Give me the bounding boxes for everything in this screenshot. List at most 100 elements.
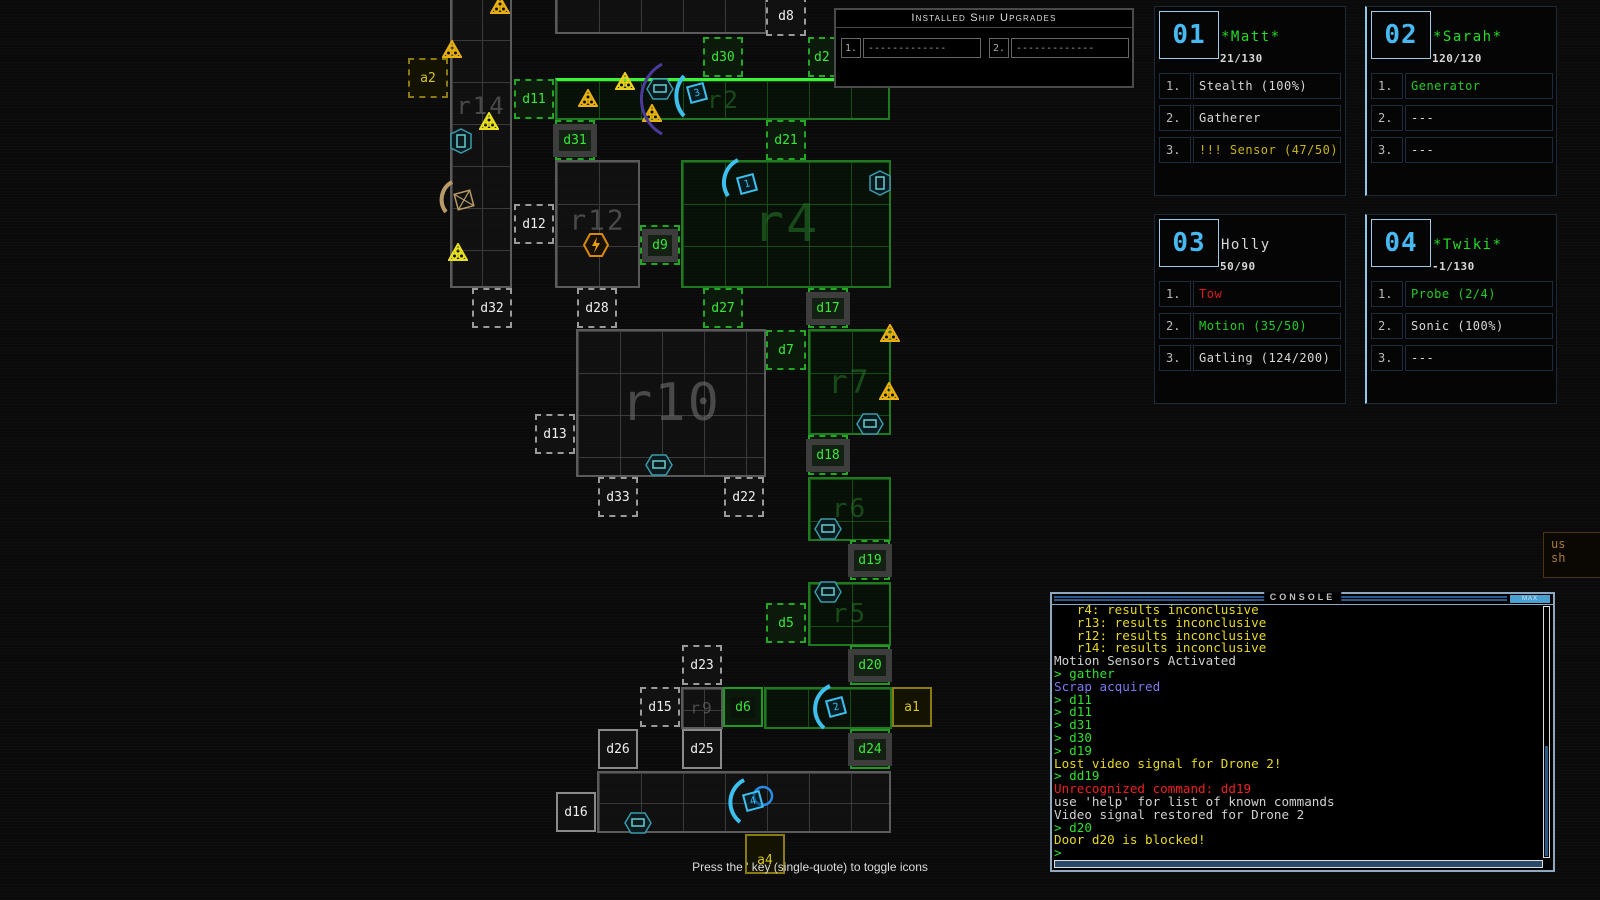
upgrade-number: 2. [1159, 105, 1191, 131]
drone-upgrade-row[interactable]: 1. Probe (2/4) [1371, 281, 1553, 307]
door-d5[interactable]: d5 [766, 603, 806, 643]
upgrade-number: 3. [1371, 345, 1403, 371]
maximize-button[interactable]: MAX [1510, 595, 1550, 603]
door-d13[interactable]: d13 [535, 414, 575, 454]
upgrade-label: Gatherer [1193, 105, 1341, 131]
door-d27[interactable]: d27 [703, 288, 743, 328]
upgrade-number: 2. [1159, 313, 1191, 339]
drone-upgrade-row[interactable]: 1. Stealth (100%) [1159, 73, 1341, 99]
crate-icon [438, 176, 478, 218]
side-tooltip: us sh [1543, 532, 1600, 578]
door-d20[interactable]: d20 [848, 645, 892, 685]
drone-upgrade-row[interactable]: 2. Gatherer [1159, 105, 1341, 131]
drone-card-02[interactable]: 02 *Sarah* 120/120 1. Generator 2. --- 3. --- [1365, 6, 1557, 196]
drone-name: *Twiki* [1433, 237, 1503, 253]
door-d17[interactable]: d17 [806, 288, 850, 328]
drone-upgrade-row[interactable]: 2. Sonic (100%) [1371, 313, 1553, 339]
console-line: Motion Sensors Activated [1054, 653, 1236, 669]
upgrade-slot-number: 2. [989, 38, 1009, 58]
upgrade-slot-value: ------------- [863, 38, 981, 58]
door-d15[interactable]: d15 [640, 687, 680, 727]
console-scrollbar[interactable] [1543, 606, 1550, 858]
drone-upgrade-row[interactable]: 3. Gatling (124/200) [1159, 345, 1341, 371]
terminal-icon [645, 454, 673, 476]
side-tooltip-line: us [1551, 537, 1566, 551]
room-label-r7: r7 [828, 363, 871, 401]
drone-upgrade-row[interactable]: 3.!!! Sensor (47/50) [1159, 137, 1341, 163]
hazard-icon [879, 322, 901, 342]
upgrade-number: 1. [1371, 73, 1403, 99]
door-d21[interactable]: d21 [766, 120, 806, 160]
installed-upgrades-panel: Installed Ship Upgrades 1. -------------… [834, 8, 1134, 88]
door-d24[interactable]: d24 [848, 729, 892, 769]
door-d6[interactable]: d6 [723, 687, 763, 727]
drone-upgrade-row[interactable]: 3. --- [1371, 137, 1553, 163]
drone-upgrade-row[interactable]: 1. Tow [1159, 281, 1341, 307]
scrollbar-thumb[interactable] [1545, 746, 1548, 856]
room-label-r5: r5 [831, 599, 868, 629]
room-r9[interactable]: r9 [681, 687, 723, 729]
airlock-a1[interactable]: a1 [892, 687, 932, 727]
drone-card-01[interactable]: 01 *Matt* 21/130 1. Stealth (100%) 2. Gatherer… [1154, 6, 1346, 196]
toggle-icons-hint: Press the ' key (single-quote) to toggle… [692, 860, 928, 874]
door-d22[interactable]: d22 [724, 477, 764, 517]
drone-upgrade-row[interactable]: 2. Motion (35/50) [1159, 313, 1341, 339]
drone-id-badge: 02 [1371, 11, 1431, 59]
door-d7[interactable]: d7 [766, 330, 806, 370]
drone-card-04[interactable]: 04 *Twiki* -1/130 1. Probe (2/4) 2. Sonic (100… [1365, 214, 1557, 404]
terminal-icon [624, 812, 652, 834]
upgrade-slot-1[interactable]: 1. ------------- [841, 38, 981, 58]
door-d33[interactable]: d33 [598, 477, 638, 517]
door-d16[interactable]: d16 [556, 792, 596, 832]
door-d12[interactable]: d12 [514, 204, 554, 244]
terminal-icon [856, 413, 884, 435]
drone-id-badge: 01 [1159, 11, 1219, 59]
console-line: > d31 [1054, 717, 1092, 733]
drone-name: *Sarah* [1433, 29, 1503, 45]
room-label-r9: r9 [690, 698, 714, 718]
console-line: Door d20 is blocked! [1054, 832, 1206, 848]
power-icon [582, 233, 610, 257]
drone-upgrade-row[interactable]: 2. --- [1371, 105, 1553, 131]
door-d19[interactable]: d19 [848, 540, 892, 580]
door-d28[interactable]: d28 [577, 288, 617, 328]
drone-card-03[interactable]: 03 Holly 50/90 1. Tow 2. Motion (35/50) 3. Gatli… [1154, 214, 1346, 404]
console-log: r4: results inconclusive r13: results in… [1054, 604, 1539, 856]
drone-upgrade-row[interactable]: 3. --- [1371, 345, 1553, 371]
upgrade-number: 1. [1159, 73, 1191, 99]
door-d11[interactable]: d11 [514, 79, 554, 119]
door-d31[interactable]: d31 [553, 120, 597, 160]
upgrade-label: --- [1405, 105, 1553, 131]
drone-id-badge: 04 [1371, 219, 1431, 267]
upgrade-slot-2[interactable]: 2. ------------- [989, 38, 1129, 58]
room-label-r10: r10 [621, 373, 721, 433]
upgrade-number: 3. [1371, 137, 1403, 163]
room-r12[interactable]: r12 [555, 160, 640, 288]
door-d2[interactable]: d2 [808, 37, 836, 77]
door-d26[interactable]: d26 [598, 729, 638, 769]
door-d9[interactable]: d9 [640, 225, 680, 265]
terminal-icon [814, 581, 842, 603]
console-line: > d11 [1054, 704, 1092, 720]
drone-health: 120/120 [1432, 52, 1482, 65]
door-d30[interactable]: d30 [703, 37, 743, 77]
door-d25[interactable]: d25 [682, 729, 722, 769]
hazard-icon [614, 70, 636, 90]
upgrade-number: 3. [1159, 345, 1191, 371]
console-line: > d11 [1054, 691, 1092, 707]
room-top[interactable] [555, 0, 767, 34]
upgrade-label: Sonic (100%) [1405, 313, 1553, 339]
drone-upgrade-row[interactable]: 1. Generator [1371, 73, 1553, 99]
room-r4[interactable]: r4 [681, 160, 891, 288]
console-line: Scrap acquired [1054, 678, 1161, 694]
console-panel[interactable]: CONSOLE MAX r4: results inconclusive r13… [1050, 592, 1555, 872]
door-d8[interactable]: d8 [766, 0, 806, 36]
airlock-a2[interactable]: a2 [408, 58, 448, 98]
door-d23[interactable]: d23 [682, 645, 722, 685]
side-tooltip-line: sh [1551, 551, 1566, 565]
door-d18[interactable]: d18 [806, 435, 850, 475]
door-d32[interactable]: d32 [472, 288, 512, 328]
hazard-icon [489, 0, 511, 14]
upgrade-slot-value: ------------- [1011, 38, 1129, 58]
drone-name: Holly [1221, 237, 1271, 253]
